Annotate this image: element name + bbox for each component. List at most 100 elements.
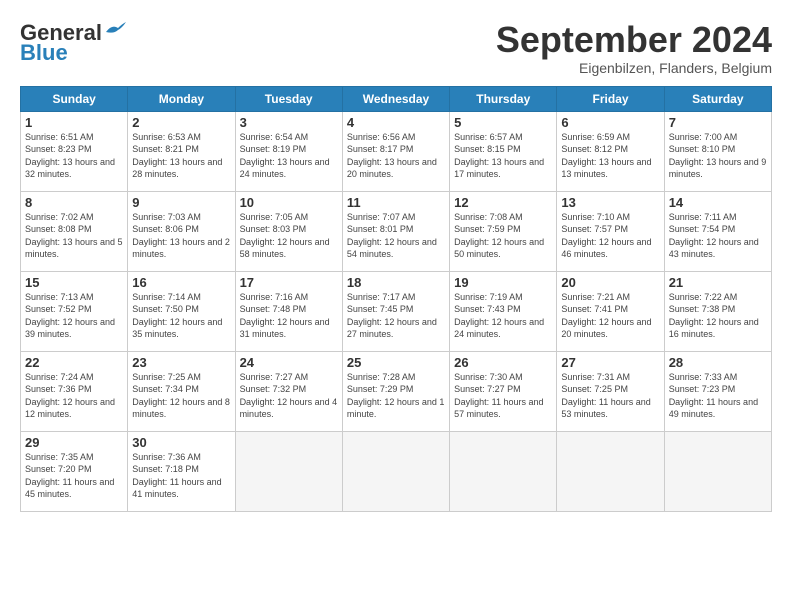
location: Eigenbilzen, Flanders, Belgium bbox=[496, 60, 772, 76]
day-number: 3 bbox=[240, 115, 338, 130]
day-number: 30 bbox=[132, 435, 230, 450]
day-info: Sunrise: 7:31 AMSunset: 7:25 PMDaylight:… bbox=[561, 371, 659, 421]
day-number: 1 bbox=[25, 115, 123, 130]
calendar-cell: 25Sunrise: 7:28 AMSunset: 7:29 PMDayligh… bbox=[342, 351, 449, 431]
day-number: 24 bbox=[240, 355, 338, 370]
calendar-cell bbox=[342, 431, 449, 511]
day-info: Sunrise: 7:00 AMSunset: 8:10 PMDaylight:… bbox=[669, 131, 767, 181]
calendar-cell: 29Sunrise: 7:35 AMSunset: 7:20 PMDayligh… bbox=[21, 431, 128, 511]
day-info: Sunrise: 7:19 AMSunset: 7:43 PMDaylight:… bbox=[454, 291, 552, 341]
calendar-cell: 18Sunrise: 7:17 AMSunset: 7:45 PMDayligh… bbox=[342, 271, 449, 351]
day-number: 11 bbox=[347, 195, 445, 210]
calendar-cell: 5Sunrise: 6:57 AMSunset: 8:15 PMDaylight… bbox=[450, 111, 557, 191]
day-info: Sunrise: 6:53 AMSunset: 8:21 PMDaylight:… bbox=[132, 131, 230, 181]
calendar-cell: 9Sunrise: 7:03 AMSunset: 8:06 PMDaylight… bbox=[128, 191, 235, 271]
calendar-week-row: 1Sunrise: 6:51 AMSunset: 8:23 PMDaylight… bbox=[21, 111, 772, 191]
day-number: 7 bbox=[669, 115, 767, 130]
day-info: Sunrise: 7:35 AMSunset: 7:20 PMDaylight:… bbox=[25, 451, 123, 501]
calendar-cell bbox=[450, 431, 557, 511]
day-info: Sunrise: 7:24 AMSunset: 7:36 PMDaylight:… bbox=[25, 371, 123, 421]
day-number: 21 bbox=[669, 275, 767, 290]
day-number: 15 bbox=[25, 275, 123, 290]
day-number: 5 bbox=[454, 115, 552, 130]
days-header-row: SundayMondayTuesdayWednesdayThursdayFrid… bbox=[21, 86, 772, 111]
day-info: Sunrise: 7:14 AMSunset: 7:50 PMDaylight:… bbox=[132, 291, 230, 341]
calendar-cell: 12Sunrise: 7:08 AMSunset: 7:59 PMDayligh… bbox=[450, 191, 557, 271]
day-info: Sunrise: 7:02 AMSunset: 8:08 PMDaylight:… bbox=[25, 211, 123, 261]
day-number: 16 bbox=[132, 275, 230, 290]
calendar-week-row: 15Sunrise: 7:13 AMSunset: 7:52 PMDayligh… bbox=[21, 271, 772, 351]
day-number: 27 bbox=[561, 355, 659, 370]
day-info: Sunrise: 6:56 AMSunset: 8:17 PMDaylight:… bbox=[347, 131, 445, 181]
day-info: Sunrise: 7:25 AMSunset: 7:34 PMDaylight:… bbox=[132, 371, 230, 421]
calendar-cell: 24Sunrise: 7:27 AMSunset: 7:32 PMDayligh… bbox=[235, 351, 342, 431]
day-info: Sunrise: 7:33 AMSunset: 7:23 PMDaylight:… bbox=[669, 371, 767, 421]
month-title: September 2024 bbox=[496, 20, 772, 60]
day-number: 26 bbox=[454, 355, 552, 370]
calendar-cell: 26Sunrise: 7:30 AMSunset: 7:27 PMDayligh… bbox=[450, 351, 557, 431]
calendar-week-row: 8Sunrise: 7:02 AMSunset: 8:08 PMDaylight… bbox=[21, 191, 772, 271]
calendar-cell: 6Sunrise: 6:59 AMSunset: 8:12 PMDaylight… bbox=[557, 111, 664, 191]
logo-bird-icon bbox=[104, 22, 126, 38]
day-header-monday: Monday bbox=[128, 86, 235, 111]
day-number: 22 bbox=[25, 355, 123, 370]
calendar-cell: 14Sunrise: 7:11 AMSunset: 7:54 PMDayligh… bbox=[664, 191, 771, 271]
calendar-cell: 2Sunrise: 6:53 AMSunset: 8:21 PMDaylight… bbox=[128, 111, 235, 191]
header: General Blue September 2024 Eigenbilzen,… bbox=[20, 20, 772, 76]
calendar-cell bbox=[664, 431, 771, 511]
day-info: Sunrise: 7:11 AMSunset: 7:54 PMDaylight:… bbox=[669, 211, 767, 261]
day-info: Sunrise: 7:28 AMSunset: 7:29 PMDaylight:… bbox=[347, 371, 445, 421]
day-number: 18 bbox=[347, 275, 445, 290]
calendar-cell bbox=[235, 431, 342, 511]
calendar-cell: 28Sunrise: 7:33 AMSunset: 7:23 PMDayligh… bbox=[664, 351, 771, 431]
day-info: Sunrise: 7:22 AMSunset: 7:38 PMDaylight:… bbox=[669, 291, 767, 341]
calendar-cell: 17Sunrise: 7:16 AMSunset: 7:48 PMDayligh… bbox=[235, 271, 342, 351]
day-info: Sunrise: 7:05 AMSunset: 8:03 PMDaylight:… bbox=[240, 211, 338, 261]
day-number: 28 bbox=[669, 355, 767, 370]
page: General Blue September 2024 Eigenbilzen,… bbox=[0, 0, 792, 612]
calendar-cell: 7Sunrise: 7:00 AMSunset: 8:10 PMDaylight… bbox=[664, 111, 771, 191]
calendar-cell: 13Sunrise: 7:10 AMSunset: 7:57 PMDayligh… bbox=[557, 191, 664, 271]
day-info: Sunrise: 7:08 AMSunset: 7:59 PMDaylight:… bbox=[454, 211, 552, 261]
day-number: 29 bbox=[25, 435, 123, 450]
calendar-table: SundayMondayTuesdayWednesdayThursdayFrid… bbox=[20, 86, 772, 512]
logo-blue: Blue bbox=[20, 40, 68, 66]
calendar-cell: 8Sunrise: 7:02 AMSunset: 8:08 PMDaylight… bbox=[21, 191, 128, 271]
calendar-week-row: 29Sunrise: 7:35 AMSunset: 7:20 PMDayligh… bbox=[21, 431, 772, 511]
day-info: Sunrise: 7:16 AMSunset: 7:48 PMDaylight:… bbox=[240, 291, 338, 341]
day-header-wednesday: Wednesday bbox=[342, 86, 449, 111]
calendar-cell: 23Sunrise: 7:25 AMSunset: 7:34 PMDayligh… bbox=[128, 351, 235, 431]
calendar-cell: 30Sunrise: 7:36 AMSunset: 7:18 PMDayligh… bbox=[128, 431, 235, 511]
calendar-cell bbox=[557, 431, 664, 511]
calendar-cell: 16Sunrise: 7:14 AMSunset: 7:50 PMDayligh… bbox=[128, 271, 235, 351]
day-info: Sunrise: 7:07 AMSunset: 8:01 PMDaylight:… bbox=[347, 211, 445, 261]
day-info: Sunrise: 6:57 AMSunset: 8:15 PMDaylight:… bbox=[454, 131, 552, 181]
day-number: 2 bbox=[132, 115, 230, 130]
calendar-cell: 22Sunrise: 7:24 AMSunset: 7:36 PMDayligh… bbox=[21, 351, 128, 431]
title-block: September 2024 Eigenbilzen, Flanders, Be… bbox=[496, 20, 772, 76]
calendar-cell: 19Sunrise: 7:19 AMSunset: 7:43 PMDayligh… bbox=[450, 271, 557, 351]
day-number: 6 bbox=[561, 115, 659, 130]
day-info: Sunrise: 7:10 AMSunset: 7:57 PMDaylight:… bbox=[561, 211, 659, 261]
day-info: Sunrise: 7:17 AMSunset: 7:45 PMDaylight:… bbox=[347, 291, 445, 341]
day-number: 17 bbox=[240, 275, 338, 290]
calendar-cell: 3Sunrise: 6:54 AMSunset: 8:19 PMDaylight… bbox=[235, 111, 342, 191]
day-header-tuesday: Tuesday bbox=[235, 86, 342, 111]
day-number: 23 bbox=[132, 355, 230, 370]
calendar-week-row: 22Sunrise: 7:24 AMSunset: 7:36 PMDayligh… bbox=[21, 351, 772, 431]
day-header-thursday: Thursday bbox=[450, 86, 557, 111]
calendar-cell: 11Sunrise: 7:07 AMSunset: 8:01 PMDayligh… bbox=[342, 191, 449, 271]
calendar-cell: 27Sunrise: 7:31 AMSunset: 7:25 PMDayligh… bbox=[557, 351, 664, 431]
day-number: 12 bbox=[454, 195, 552, 210]
day-info: Sunrise: 7:13 AMSunset: 7:52 PMDaylight:… bbox=[25, 291, 123, 341]
calendar-cell: 20Sunrise: 7:21 AMSunset: 7:41 PMDayligh… bbox=[557, 271, 664, 351]
day-info: Sunrise: 7:21 AMSunset: 7:41 PMDaylight:… bbox=[561, 291, 659, 341]
day-number: 25 bbox=[347, 355, 445, 370]
day-number: 13 bbox=[561, 195, 659, 210]
calendar-cell: 4Sunrise: 6:56 AMSunset: 8:17 PMDaylight… bbox=[342, 111, 449, 191]
day-info: Sunrise: 7:36 AMSunset: 7:18 PMDaylight:… bbox=[132, 451, 230, 501]
day-info: Sunrise: 6:59 AMSunset: 8:12 PMDaylight:… bbox=[561, 131, 659, 181]
day-info: Sunrise: 6:51 AMSunset: 8:23 PMDaylight:… bbox=[25, 131, 123, 181]
day-info: Sunrise: 7:27 AMSunset: 7:32 PMDaylight:… bbox=[240, 371, 338, 421]
day-number: 4 bbox=[347, 115, 445, 130]
